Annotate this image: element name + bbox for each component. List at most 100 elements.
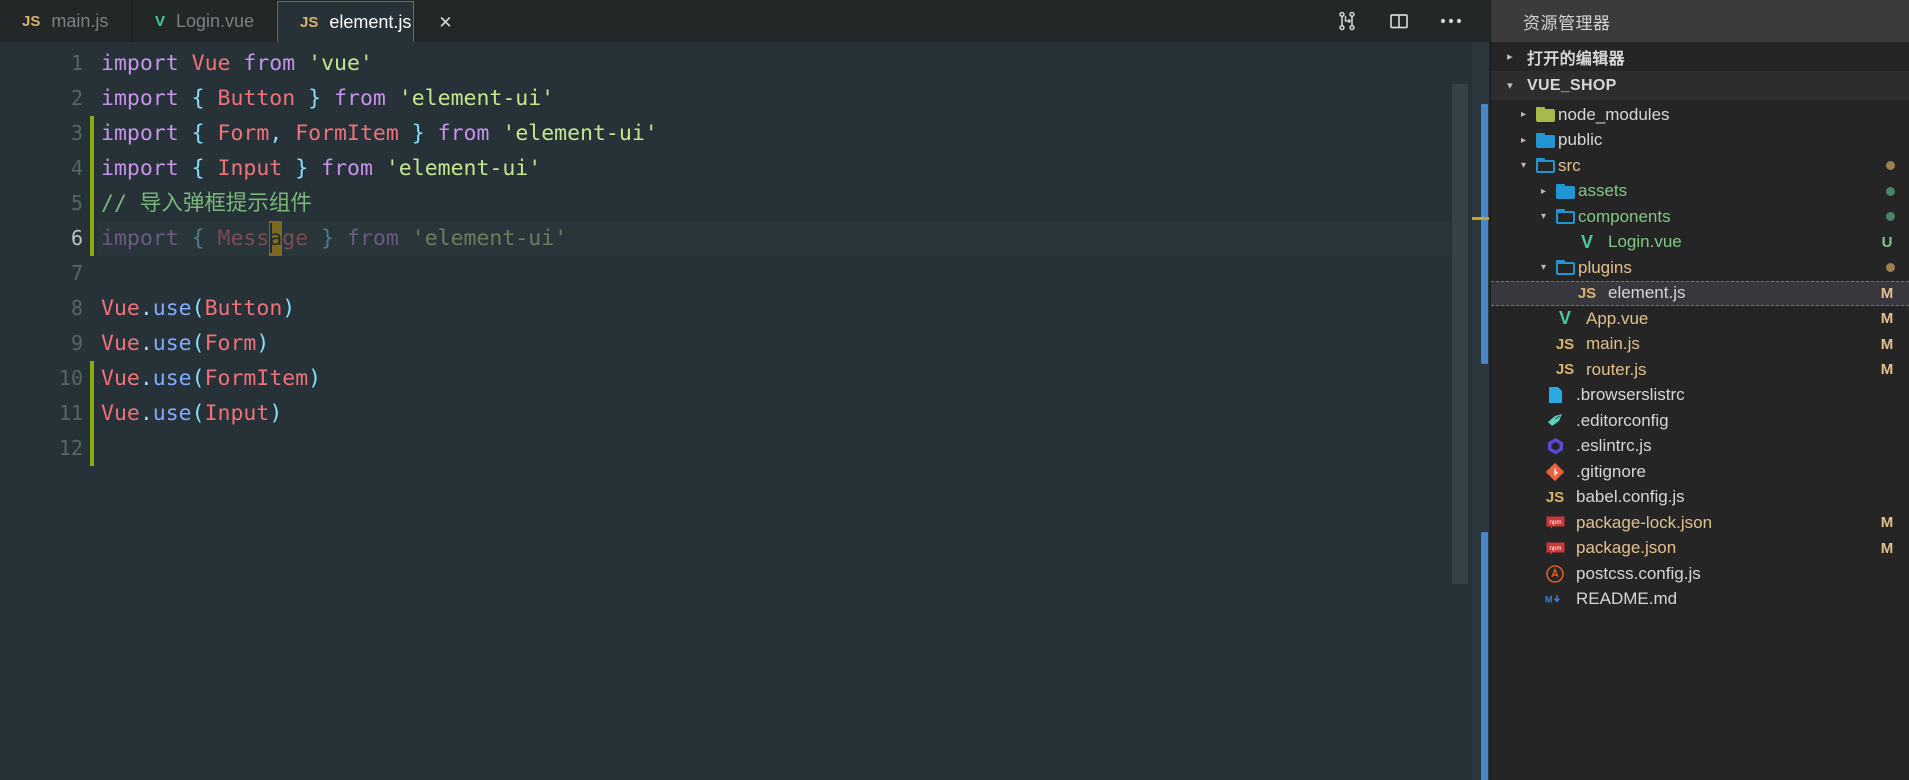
code-line: Vue.use(Button) [101, 296, 296, 321]
line-number: 7 [70, 261, 83, 285]
cursor-highlight: a [269, 221, 283, 256]
line-number: 3 [70, 121, 83, 145]
git-status-badge: M [1880, 514, 1894, 532]
tree-item-eslintrc[interactable]: .eslintrc.js [1491, 434, 1909, 460]
tree-item-router-js[interactable]: JS router.js M [1491, 357, 1909, 383]
tree-item-node-modules[interactable]: ▸ node_modules [1491, 102, 1909, 128]
browserslist-icon [1542, 386, 1568, 404]
chevron-down-icon[interactable]: ▾ [1535, 211, 1552, 222]
chevron-right-icon[interactable]: ▸ [1535, 186, 1552, 197]
folder-open-icon [1532, 158, 1558, 174]
code-lines[interactable]: import Vue from 'vue' import { Button } … [97, 42, 1490, 780]
chevron-down-icon: ▾ [1507, 80, 1513, 92]
sidebar-section-workspace[interactable]: ▾ VUE_SHOP [1491, 71, 1909, 100]
js-icon: JS [1577, 284, 1597, 302]
tree-item-plugins[interactable]: ▾ plugins [1491, 255, 1909, 281]
tree-item-label: .browserslistrc [1576, 385, 1685, 405]
tree-item-label: package-lock.json [1576, 512, 1713, 532]
tree-item-label: .editorconfig [1576, 410, 1669, 430]
scrollbar-cursor-marker [1472, 217, 1490, 220]
editorconfig-icon [1542, 412, 1568, 429]
tree-item-src[interactable]: ▾ src [1491, 153, 1909, 179]
tree-item-login-vue[interactable]: V Login.vue U [1491, 230, 1909, 256]
tab-label: element.js [329, 12, 412, 32]
tree-item-app-vue[interactable]: V App.vue M [1491, 306, 1909, 332]
split-editor-icon[interactable] [1386, 8, 1412, 34]
editor-scrollbar-thumb-lower[interactable] [1481, 532, 1488, 780]
git-status-badge: M [1880, 284, 1894, 302]
tree-item-postcss-config[interactable]: postcss.config.js [1491, 561, 1909, 587]
editor-edge [1489, 42, 1490, 780]
tab-element-js[interactable]: JS element.js ✕ [277, 1, 453, 43]
line-number: 2 [70, 86, 83, 110]
tree-item-editorconfig[interactable]: .editorconfig [1491, 408, 1909, 434]
more-actions-icon[interactable] [1438, 8, 1464, 34]
code-editor[interactable]: 1 2 3 4 5 6 7 8 9 10 11 12 import Vue fr… [0, 42, 1490, 780]
tree-item-element-js[interactable]: JS element.js M [1491, 280, 1909, 306]
tree-item-label: postcss.config.js [1576, 563, 1701, 583]
tree-item-label: components [1578, 206, 1671, 226]
editor-scrollbar-track[interactable] [1472, 42, 1490, 780]
sidebar-section-open-editors[interactable]: ▸ 打开的编辑器 [1491, 42, 1909, 71]
tab-login-vue[interactable]: V Login.vue [133, 0, 277, 42]
chevron-right-icon[interactable]: ▸ [1515, 135, 1532, 146]
code-line: import { Form, FormItem } from 'element-… [101, 121, 658, 146]
tree-item-label: assets [1578, 181, 1628, 201]
vue-icon: V [1558, 308, 1571, 329]
eslint-icon [1542, 437, 1568, 455]
tree-item-label: public [1558, 130, 1603, 150]
tree-item-label: element.js [1608, 283, 1686, 303]
tree-item-readme[interactable]: M README.md [1491, 587, 1909, 613]
chevron-down-icon[interactable]: ▾ [1535, 262, 1552, 273]
folder-filled-icon [1532, 132, 1558, 148]
line-number-gutter: 1 2 3 4 5 6 7 8 9 10 11 12 [0, 42, 97, 780]
git-icon [1542, 462, 1568, 481]
git-status-badge: M [1880, 361, 1894, 379]
tree-item-label: .eslintrc.js [1576, 436, 1652, 456]
git-status-badge: M [1880, 310, 1894, 328]
status-dot [1886, 186, 1895, 196]
tab-main-js[interactable]: JS main.js [0, 0, 133, 42]
tree-item-components[interactable]: ▾ components [1491, 204, 1909, 230]
tree-item-package-lock-json[interactable]: npm package-lock.json M [1491, 510, 1909, 536]
git-status-badge: M [1880, 335, 1894, 353]
code-line: import { Button } from 'element-ui' [101, 86, 555, 111]
tree-item-label: Login.vue [1608, 232, 1682, 252]
tree-item-label: .gitignore [1576, 461, 1646, 481]
svg-text:M: M [1545, 595, 1553, 605]
close-icon[interactable]: ✕ [438, 14, 452, 31]
git-status-badge: M [1880, 539, 1894, 557]
editor-scrollbar-thumb[interactable] [1481, 104, 1488, 364]
line-number: 8 [70, 296, 83, 320]
line-number: 12 [58, 436, 83, 460]
js-icon: JS [1555, 335, 1575, 353]
tree-item-package-json[interactable]: npm package.json M [1491, 536, 1909, 562]
chevron-right-icon[interactable]: ▸ [1515, 109, 1532, 120]
status-dot [1886, 263, 1895, 273]
folder-open-icon [1552, 260, 1578, 276]
compare-changes-icon[interactable] [1334, 8, 1360, 34]
tree-item-public[interactable]: ▸ public [1491, 128, 1909, 154]
line-number-current: 6 [70, 226, 83, 250]
minimap-slider[interactable] [1452, 84, 1468, 584]
chevron-down-icon[interactable]: ▾ [1515, 160, 1532, 171]
sidebar-title: 资源管理器 [1491, 0, 1909, 42]
tree-item-browserslistrc[interactable]: .browserslistrc [1491, 383, 1909, 409]
file-tree[interactable]: ▸ node_modules ▸ public ▾ src ▸ assets ▾… [1491, 100, 1909, 780]
vue-icon: V [1580, 231, 1593, 252]
npm-icon: npm [1542, 542, 1568, 555]
code-line: Vue.use(FormItem) [101, 366, 322, 391]
vscode-window: JS main.js V Login.vue JS element.js ✕ 1… [0, 0, 1909, 780]
tree-item-babel-config[interactable]: JS babel.config.js [1491, 485, 1909, 511]
tree-item-main-js[interactable]: JS main.js M [1491, 332, 1909, 358]
tree-item-assets[interactable]: ▸ assets [1491, 179, 1909, 205]
tree-item-gitignore[interactable]: .gitignore [1491, 459, 1909, 485]
tree-item-label: package.json [1576, 538, 1677, 558]
tab-label: Login.vue [176, 10, 255, 31]
js-icon: JS [300, 14, 319, 31]
line-number: 11 [58, 401, 83, 425]
code-line: import Vue from 'vue' [101, 51, 373, 76]
markdown-icon: M [1542, 593, 1568, 605]
